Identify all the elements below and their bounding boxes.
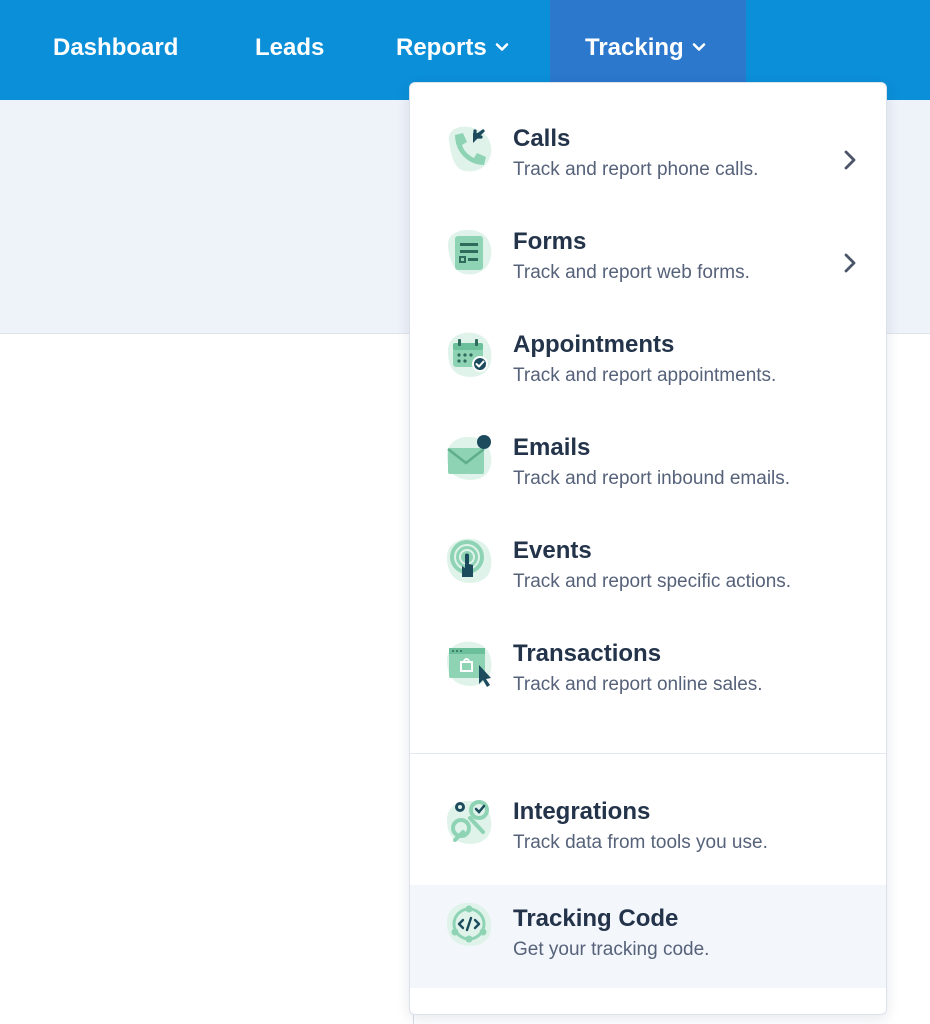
menu-item-title: Tracking Code (513, 905, 679, 932)
menu-item-description: Track and report specific actions. (513, 571, 792, 592)
menu-item-description: Track data from tools you use. (513, 832, 768, 853)
menu-item-title: Transactions (513, 640, 662, 667)
menu-item-transactions[interactable]: Transactions Track and report online sal… (410, 612, 886, 715)
menu-item-appointments[interactable]: Appointments Track and report appointmen… (410, 303, 886, 406)
menu-item-tracking-code[interactable]: Tracking Code Get your tracking code. (410, 885, 886, 988)
gears-icon (447, 800, 492, 844)
menu-item-title: Forms (513, 228, 587, 255)
phone-icon (448, 126, 492, 172)
divider (413, 1015, 414, 1024)
nav-reports-label: Reports (396, 34, 487, 61)
nav-dashboard[interactable]: Dashboard (53, 0, 178, 100)
menu-item-emails[interactable]: Emails Track and report inbound emails. (410, 406, 886, 509)
calendar-icon (448, 332, 492, 377)
chevron-right-icon (844, 253, 856, 273)
tracking-dropdown-menu: Calls Track and report phone calls. Form… (409, 82, 887, 1015)
menu-item-title: Appointments (513, 331, 675, 358)
menu-item-events[interactable]: Events Track and report specific actions… (410, 509, 886, 612)
shopping-bag-icon (447, 641, 492, 687)
nav-dashboard-label: Dashboard (53, 34, 179, 61)
menu-item-integrations[interactable]: Integrations Track data from tools you u… (410, 770, 886, 873)
form-icon (447, 229, 492, 275)
menu-item-description: Track and report appointments. (513, 365, 777, 386)
menu-item-title: Events (513, 537, 592, 564)
menu-item-title: Integrations (513, 798, 651, 825)
menu-item-description: Track and report online sales. (513, 674, 763, 695)
menu-item-calls[interactable]: Calls Track and report phone calls. (410, 97, 886, 200)
menu-item-forms[interactable]: Forms Track and report web forms. (410, 200, 886, 303)
chevron-right-icon (844, 150, 856, 170)
menu-item-description: Track and report inbound emails. (513, 468, 791, 489)
nav-leads[interactable]: Leads (255, 0, 324, 100)
chevron-down-icon (692, 42, 706, 51)
menu-item-title: Emails (513, 434, 591, 461)
menu-item-title: Calls (513, 125, 571, 152)
menu-item-description: Track and report phone calls. (513, 159, 759, 180)
menu-divider (410, 753, 886, 754)
menu-item-description: Get your tracking code. (513, 939, 710, 960)
chevron-down-icon (495, 42, 508, 51)
click-target-icon (447, 538, 492, 583)
code-icon (447, 902, 492, 946)
envelope-icon (447, 435, 492, 480)
menu-item-description: Track and report web forms. (513, 262, 750, 283)
nav-tracking-label: Tracking (585, 34, 684, 61)
nav-leads-label: Leads (255, 34, 325, 61)
